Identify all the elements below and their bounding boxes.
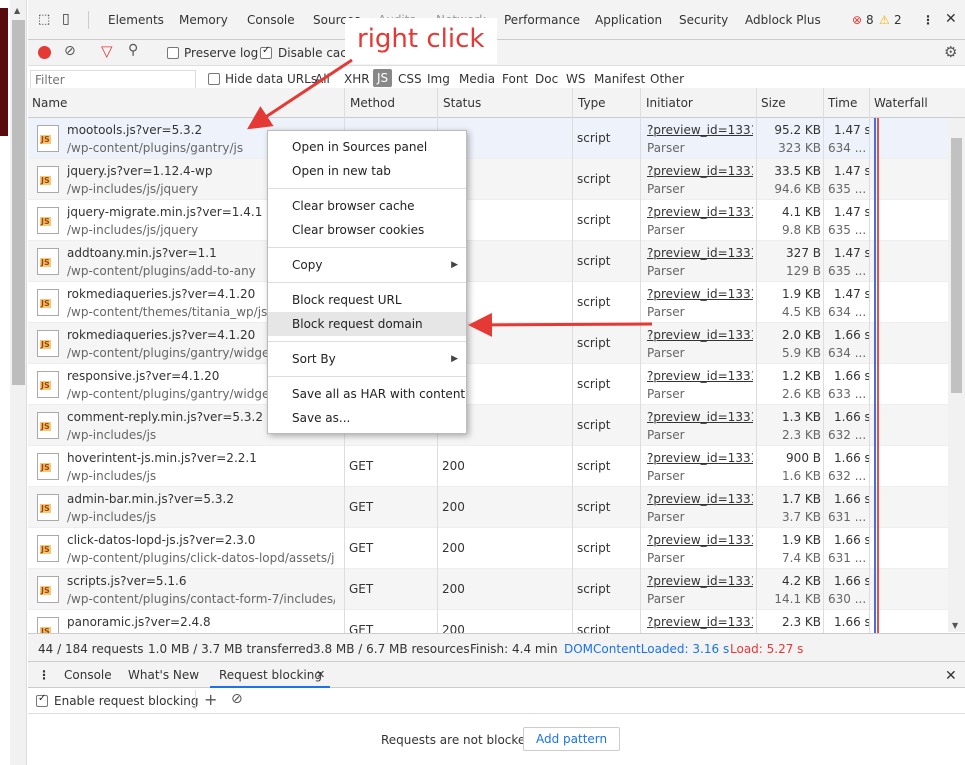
arrow-to-block-domain bbox=[468, 312, 653, 337]
annotation-arrows bbox=[246, 58, 653, 337]
arrow-to-row bbox=[246, 58, 353, 130]
